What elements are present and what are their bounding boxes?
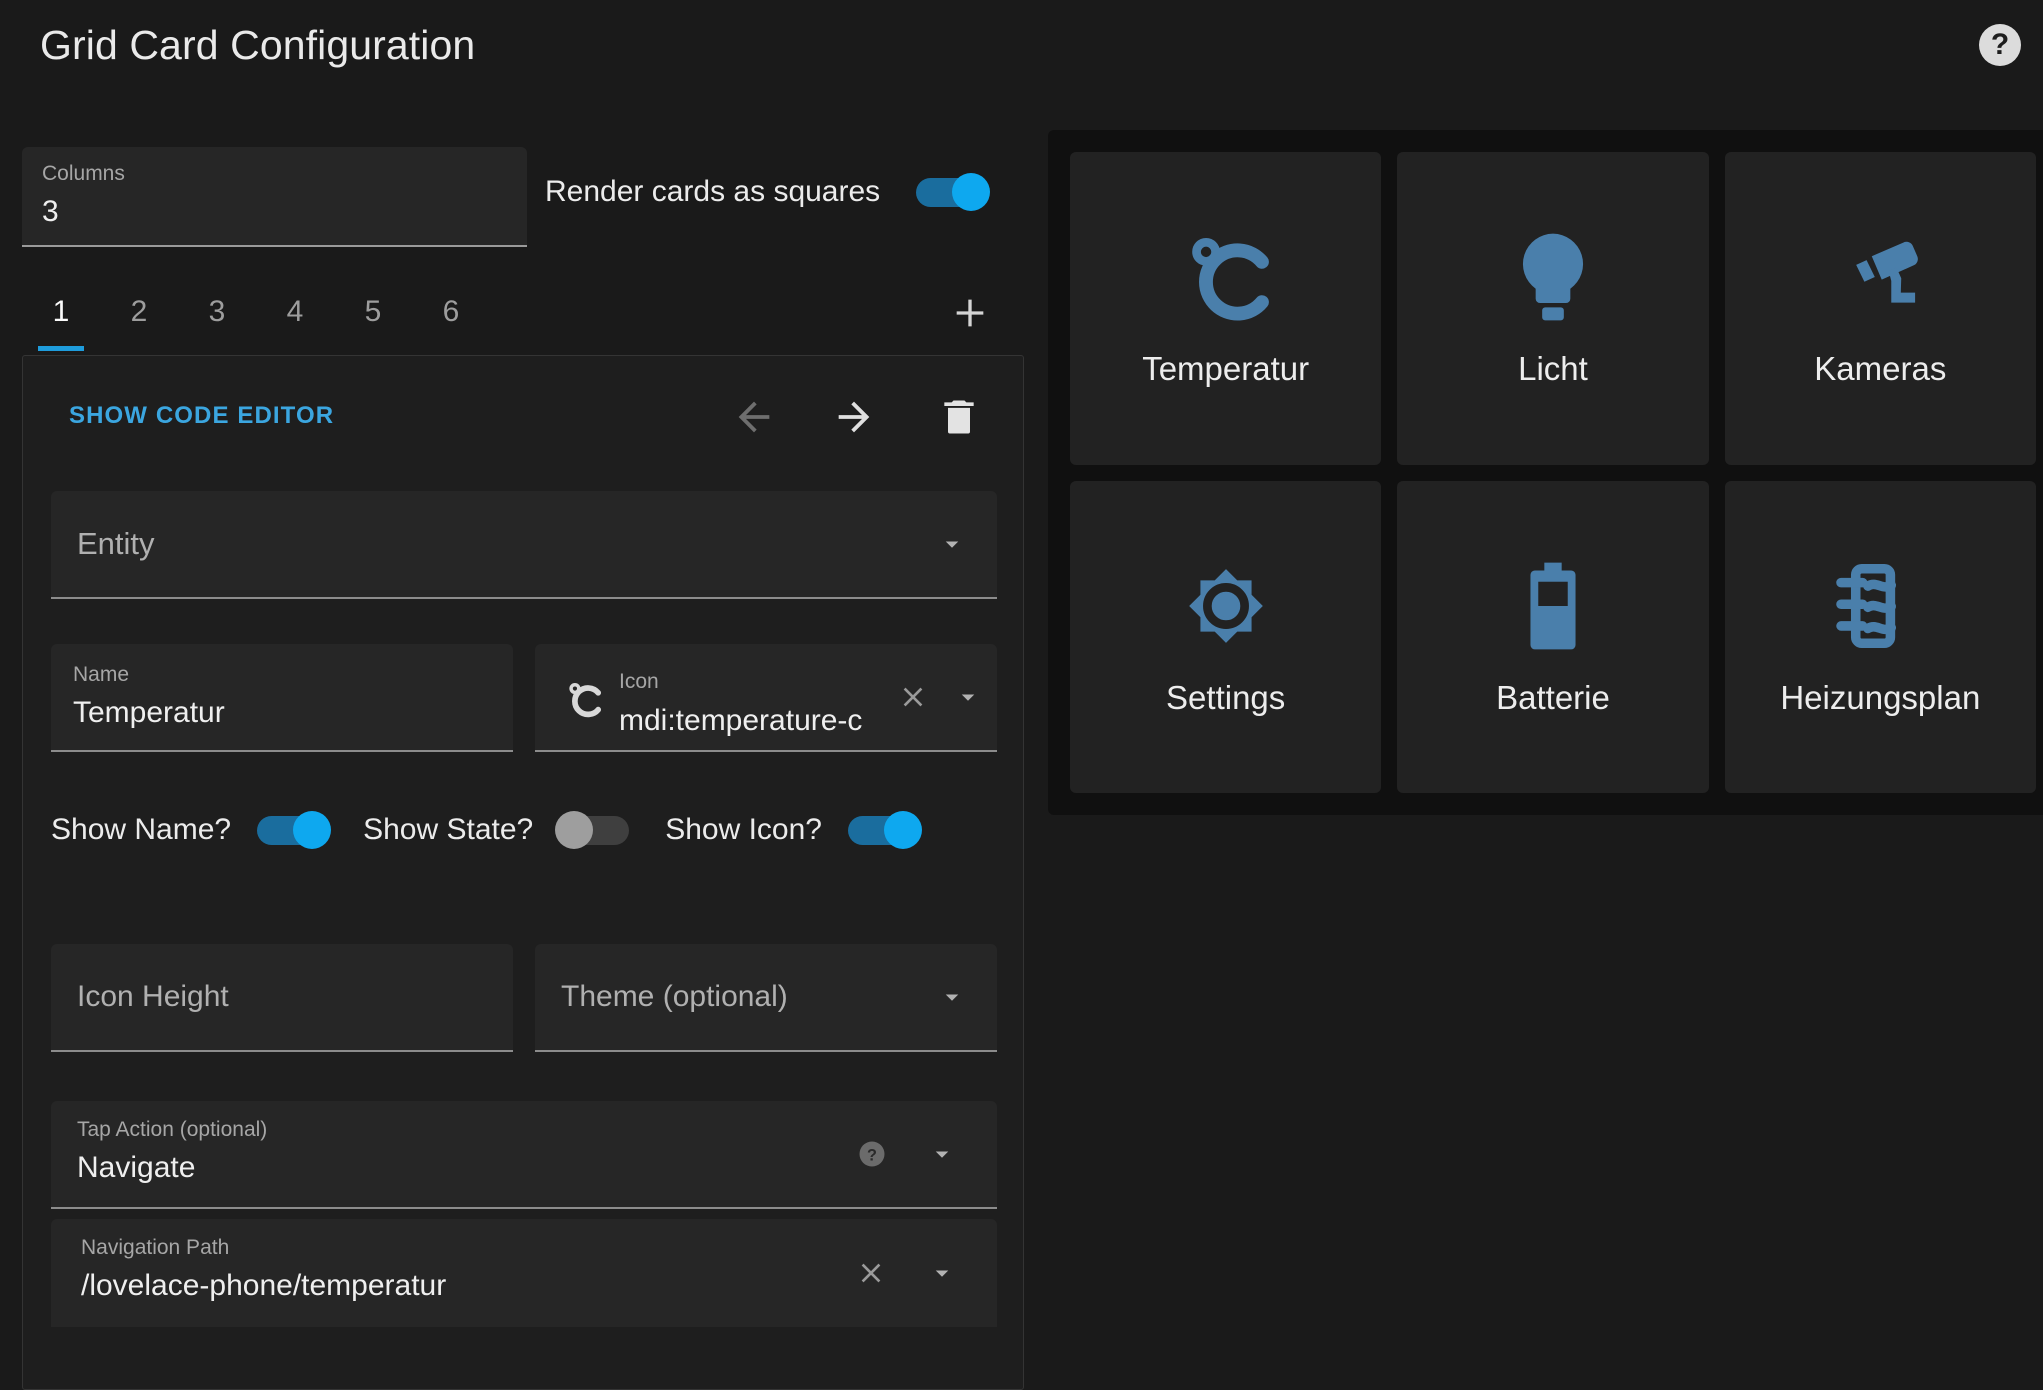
battery-icon bbox=[1501, 551, 1605, 661]
temperature-celsius-icon bbox=[557, 677, 609, 721]
columns-input[interactable]: Columns 3 bbox=[22, 147, 527, 247]
render-squares-row: Render cards as squares bbox=[545, 173, 990, 211]
preview-card-heizungsplan[interactable]: Heizungsplan bbox=[1725, 481, 2036, 794]
icon-height-placeholder: Icon Height bbox=[77, 980, 229, 1014]
show-name-toggle[interactable] bbox=[253, 811, 331, 849]
radiator-icon bbox=[1828, 551, 1932, 661]
entity-select[interactable]: Entity bbox=[51, 491, 997, 599]
entity-placeholder: Entity bbox=[77, 526, 155, 562]
arrow-left-icon[interactable] bbox=[723, 386, 785, 448]
preview-grid: Temperatur Licht Kameras bbox=[1070, 152, 2036, 793]
icon-height-input[interactable]: Icon Height bbox=[51, 944, 513, 1052]
tab-5[interactable]: 5 bbox=[334, 273, 412, 351]
iconheight-theme-row: Icon Height Theme (optional) bbox=[51, 944, 997, 1052]
arrow-right-icon[interactable] bbox=[823, 386, 885, 448]
help-circle-icon[interactable]: ? bbox=[1979, 24, 2021, 66]
page-title: Grid Card Configuration bbox=[40, 22, 475, 69]
show-name-label: Show Name? bbox=[51, 813, 231, 847]
navigation-path-label: Navigation Path bbox=[81, 1235, 975, 1261]
card-tabs: 1 2 3 4 5 6 bbox=[22, 273, 1024, 351]
brightness-cog-icon bbox=[1174, 551, 1278, 661]
tab-2[interactable]: 2 bbox=[100, 273, 178, 351]
preview-card-label: Temperatur bbox=[1142, 350, 1309, 388]
navigation-path-input[interactable]: Navigation Path /lovelace-phone/temperat… bbox=[51, 1219, 997, 1327]
preview-card-licht[interactable]: Licht bbox=[1397, 152, 1708, 465]
panel-toolbar: SHOW CODE EDITOR bbox=[23, 356, 1023, 476]
plus-icon bbox=[950, 293, 990, 333]
svg-text:?: ? bbox=[867, 1146, 877, 1164]
columns-value: 3 bbox=[42, 194, 507, 230]
show-icon-toggle[interactable] bbox=[844, 811, 922, 849]
grid-card-preview: Temperatur Licht Kameras bbox=[1048, 130, 2043, 815]
show-state-toggle[interactable] bbox=[555, 811, 633, 849]
name-value: Temperatur bbox=[73, 695, 491, 731]
show-code-editor-button[interactable]: SHOW CODE EDITOR bbox=[69, 402, 334, 430]
preview-card-temperatur[interactable]: Temperatur bbox=[1070, 152, 1381, 465]
editor-column: Columns 3 Render cards as squares 1 2 3 … bbox=[0, 125, 1045, 1386]
tab-6[interactable]: 6 bbox=[412, 273, 490, 351]
close-icon[interactable] bbox=[855, 1257, 887, 1289]
cctv-camera-icon bbox=[1828, 222, 1932, 332]
preview-card-label: Kameras bbox=[1814, 350, 1946, 388]
tap-action-select[interactable]: Tap Action (optional) Navigate ? bbox=[51, 1101, 997, 1209]
preview-card-label: Batterie bbox=[1496, 679, 1610, 717]
chevron-down-icon[interactable] bbox=[937, 529, 967, 559]
render-squares-toggle[interactable] bbox=[912, 173, 990, 211]
add-card-button[interactable] bbox=[942, 285, 998, 341]
show-state-label: Show State? bbox=[363, 813, 533, 847]
help-circle-icon[interactable]: ? bbox=[857, 1139, 887, 1169]
theme-select[interactable]: Theme (optional) bbox=[535, 944, 997, 1052]
preview-card-label: Settings bbox=[1166, 679, 1285, 717]
preview-card-label: Heizungsplan bbox=[1780, 679, 1980, 717]
preview-card-batterie[interactable]: Batterie bbox=[1397, 481, 1708, 794]
card-editor-panel: SHOW CODE EDITOR Entity bbox=[22, 355, 1024, 1390]
lightbulb-icon bbox=[1501, 222, 1605, 332]
chevron-down-icon[interactable] bbox=[927, 1258, 957, 1288]
name-label: Name bbox=[73, 662, 491, 688]
tab-4[interactable]: 4 bbox=[256, 273, 334, 351]
name-input[interactable]: Name Temperatur bbox=[51, 644, 513, 752]
chevron-down-icon[interactable] bbox=[953, 682, 983, 712]
chevron-down-icon[interactable] bbox=[927, 1139, 957, 1169]
navigation-path-value: /lovelace-phone/temperatur bbox=[81, 1268, 975, 1304]
preview-card-settings[interactable]: Settings bbox=[1070, 481, 1381, 794]
theme-placeholder: Theme (optional) bbox=[561, 980, 788, 1014]
chevron-down-icon[interactable] bbox=[937, 982, 967, 1012]
tap-action-label: Tap Action (optional) bbox=[77, 1117, 975, 1143]
icon-input[interactable]: Icon mdi:temperature-c bbox=[535, 644, 997, 752]
close-icon[interactable] bbox=[897, 681, 929, 713]
columns-label: Columns bbox=[42, 161, 507, 187]
trash-icon[interactable] bbox=[928, 386, 990, 448]
tab-1[interactable]: 1 bbox=[22, 273, 100, 351]
temperature-celsius-icon bbox=[1174, 222, 1278, 332]
render-squares-label: Render cards as squares bbox=[545, 175, 880, 209]
preview-card-label: Licht bbox=[1518, 350, 1588, 388]
tab-3[interactable]: 3 bbox=[178, 273, 256, 351]
display-toggles-row: Show Name? Show State? Show Icon? bbox=[51, 811, 997, 849]
preview-card-kameras[interactable]: Kameras bbox=[1725, 152, 2036, 465]
tap-action-value: Navigate bbox=[77, 1150, 975, 1186]
name-icon-row: Name Temperatur Icon mdi:temperature-c bbox=[51, 644, 997, 752]
show-icon-label: Show Icon? bbox=[665, 813, 822, 847]
